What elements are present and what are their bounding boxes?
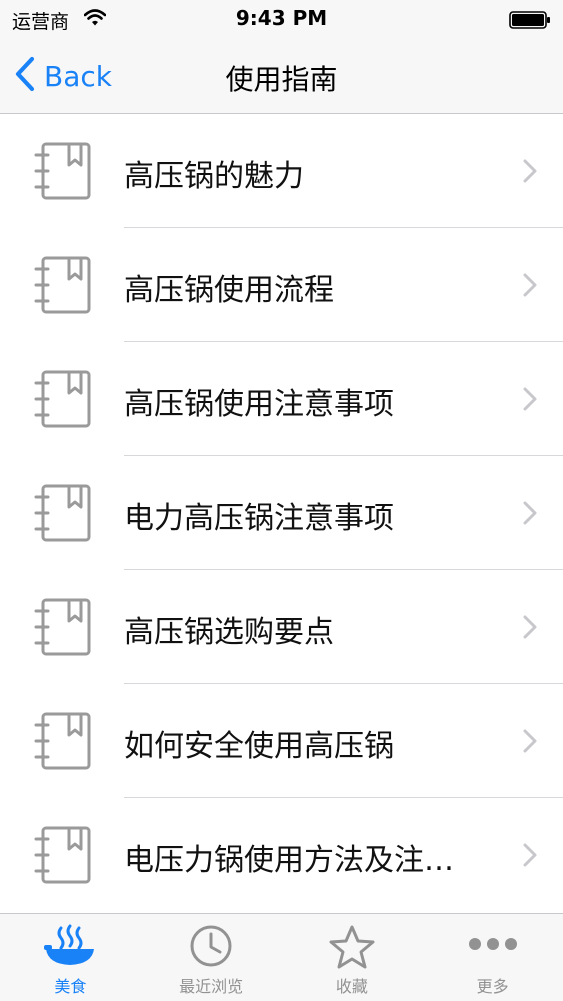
clock-icon <box>189 924 233 972</box>
list-item[interactable]: 如何安全使用高压锅 <box>0 684 563 798</box>
chevron-right-icon <box>523 729 537 757</box>
tab-food[interactable]: 美食 <box>0 914 141 1001</box>
chevron-right-icon <box>523 387 537 415</box>
list-item-label: 高压锅使用流程 <box>124 273 334 308</box>
tab-label: 最近浏览 <box>179 977 244 996</box>
status-bar: 运营商 9:43 PM <box>0 0 563 38</box>
chevron-right-icon <box>523 273 537 301</box>
page-title: 使用指南 <box>225 63 338 96</box>
chevron-right-icon <box>523 501 537 529</box>
list-item-label: 如何安全使用高压锅 <box>124 729 394 764</box>
chevron-right-icon <box>523 159 537 187</box>
list-item[interactable]: 电力高压锅注意事项 <box>0 456 563 570</box>
notebook-icon <box>33 255 93 319</box>
list-item-label: 电力高压锅注意事项 <box>124 501 394 536</box>
tab-favorites[interactable]: 收藏 <box>282 914 423 1001</box>
list-item[interactable]: 高压锅选购要点 <box>0 570 563 684</box>
list-item[interactable]: 高压锅的魅力 <box>0 114 563 228</box>
notebook-icon <box>33 483 93 547</box>
list-item[interactable]: 高压锅使用注意事项 <box>0 342 563 456</box>
tab-more[interactable]: 更多 <box>422 914 563 1001</box>
notebook-icon <box>33 369 93 433</box>
notebook-icon <box>33 711 93 775</box>
navigation-bar: Back 使用指南 <box>0 38 563 114</box>
status-time: 9:43 PM <box>235 6 328 30</box>
notebook-icon <box>33 141 93 205</box>
tab-label: 美食 <box>54 977 87 996</box>
list-item-label: 高压锅的魅力 <box>124 159 304 194</box>
chevron-right-icon <box>523 615 537 643</box>
star-icon <box>328 924 376 974</box>
tab-recent[interactable]: 最近浏览 <box>141 914 282 1001</box>
battery-icon <box>509 11 551 33</box>
list-item-label: 电压力锅使用方法及注… <box>124 843 454 878</box>
list-item[interactable]: 高压锅使用流程 <box>0 228 563 342</box>
guide-list: 高压锅的魅力 高压锅使用流程 高压锅使用注意事项 电力高压锅注意事项 高压锅选购… <box>0 114 563 912</box>
chevron-right-icon <box>523 843 537 871</box>
notebook-icon <box>33 825 93 889</box>
list-item-label: 高压锅选购要点 <box>124 615 334 650</box>
more-dots-icon <box>468 936 518 956</box>
tab-label: 收藏 <box>335 977 368 996</box>
list-item-label: 高压锅使用注意事项 <box>124 387 394 422</box>
food-bowl-icon <box>44 924 96 972</box>
list-item[interactable]: 电压力锅使用方法及注… <box>0 798 563 912</box>
tab-label: 更多 <box>476 977 509 996</box>
tab-bar: 美食 最近浏览 收藏 更多 <box>0 913 563 1001</box>
notebook-icon <box>33 597 93 661</box>
